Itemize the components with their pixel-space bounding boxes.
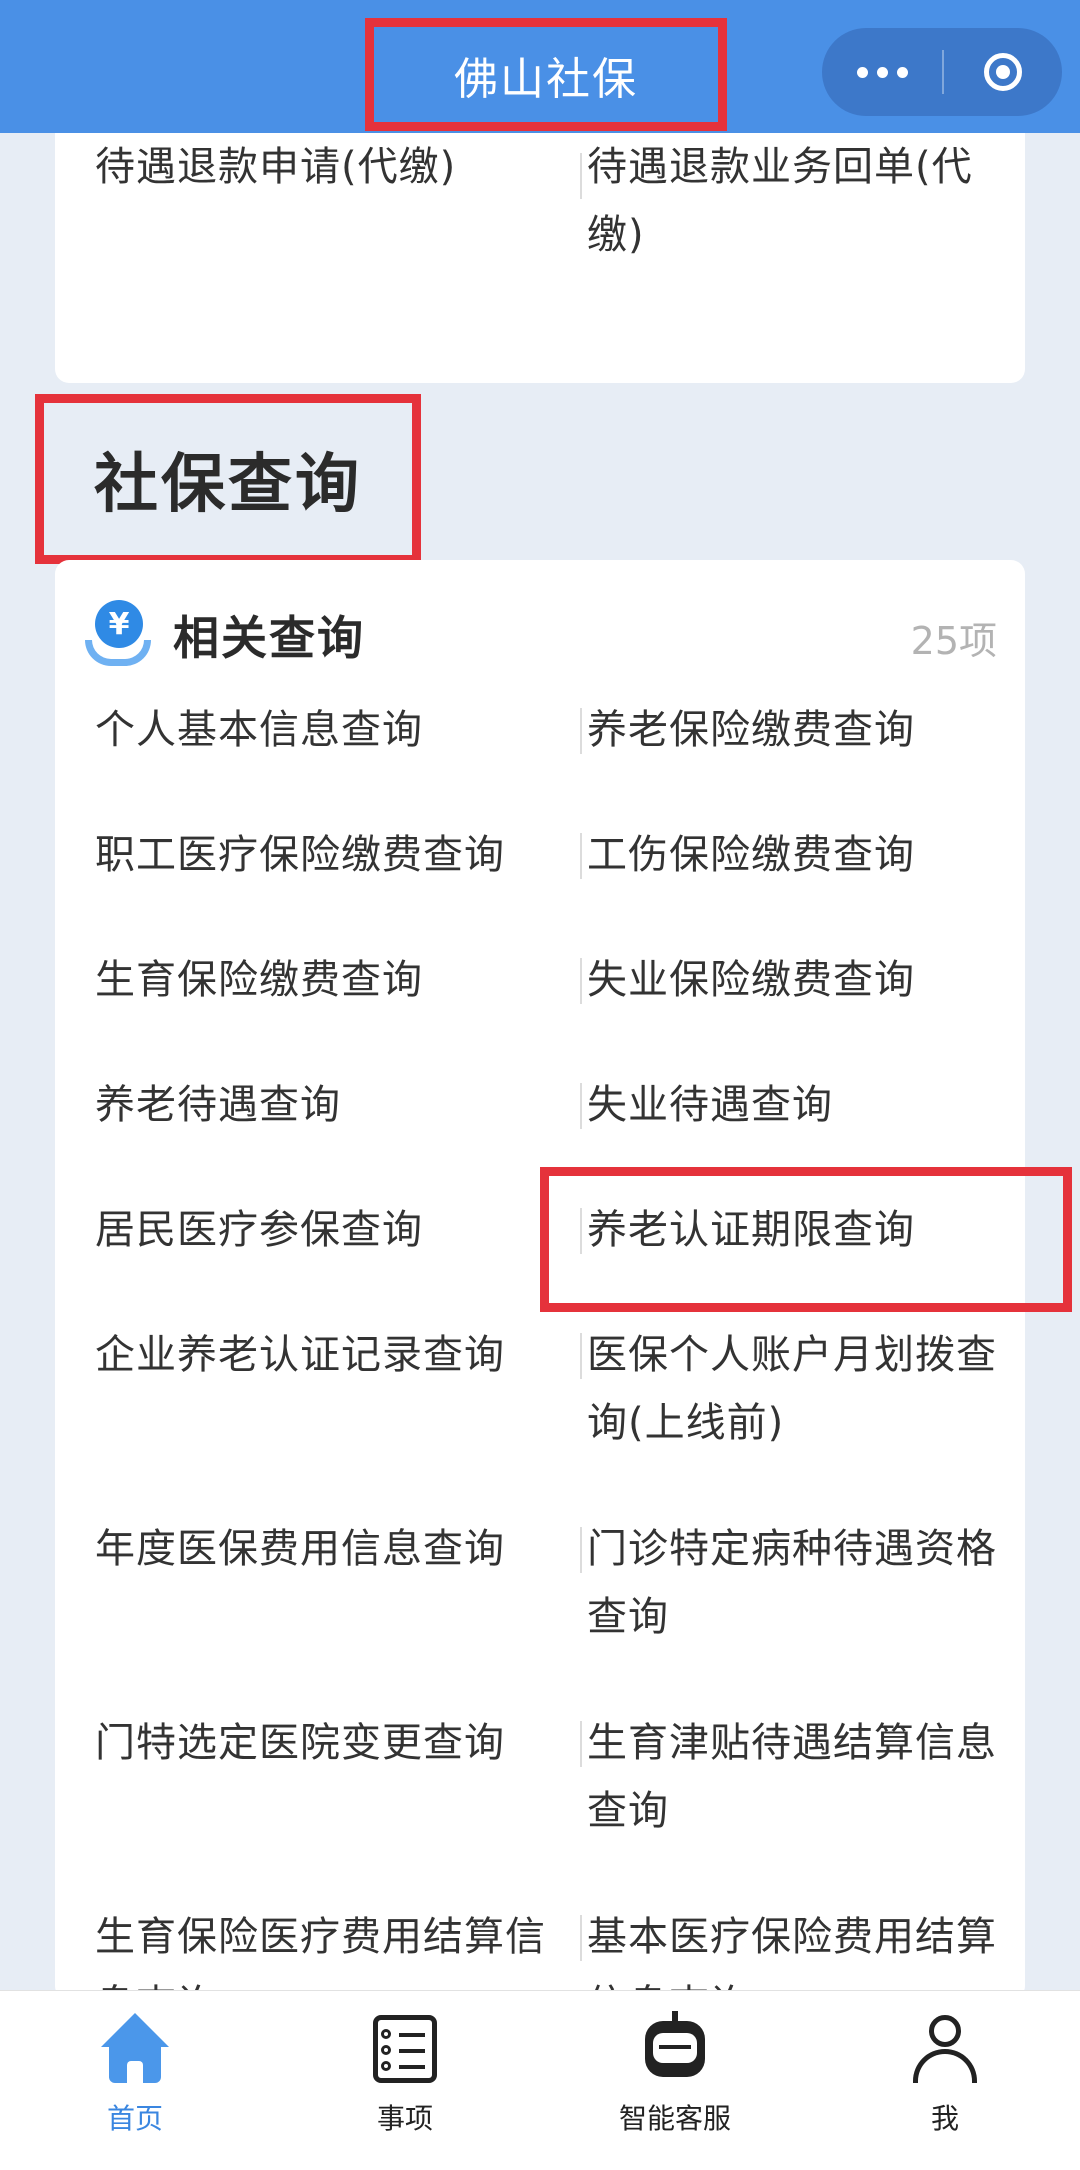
robot-icon xyxy=(637,2011,713,2087)
item-divider xyxy=(580,153,582,199)
user-icon xyxy=(907,2011,983,2087)
tab-label: 首页 xyxy=(106,2102,163,2135)
service-card-top: 待遇退款申请(代缴) 待遇退款业务回单(代缴) xyxy=(55,133,1025,383)
query-item[interactable]: 工伤保险缴费查询 xyxy=(587,821,1007,889)
close-icon[interactable] xyxy=(944,28,1062,116)
item-divider xyxy=(580,958,582,1004)
bottom-tab-bar: 首页 事项 智能客服 我 xyxy=(0,1990,1080,2170)
page-title: 佛山社保 xyxy=(365,18,727,131)
yuan-hand-icon: ¥ xyxy=(85,600,151,670)
query-item[interactable]: 生育保险缴费查询 xyxy=(95,946,575,1014)
query-item[interactable]: 医保个人账户月划拨查询(上线前) xyxy=(587,1321,997,1457)
more-icon[interactable] xyxy=(822,28,942,116)
miniprogram-capsule xyxy=(822,28,1062,116)
top-nav-bar: 佛山社保 xyxy=(0,0,1080,133)
item-count: 25项 xyxy=(910,619,997,663)
item-divider xyxy=(580,1083,582,1129)
item-divider xyxy=(580,1333,582,1379)
query-item[interactable]: 年度医保费用信息查询 xyxy=(95,1515,575,1583)
tab-customer-service[interactable]: 智能客服 xyxy=(575,1991,775,2170)
tab-label: 事项 xyxy=(376,2102,433,2135)
home-icon xyxy=(97,2011,173,2087)
service-item[interactable]: 待遇退款业务回单(代缴) xyxy=(587,133,1007,269)
query-item[interactable]: 门特选定医院变更查询 xyxy=(95,1709,575,1777)
section-title: 社保查询 xyxy=(35,394,421,564)
query-item[interactable]: 养老保险缴费查询 xyxy=(587,696,1007,764)
list-icon xyxy=(367,2011,443,2087)
query-item[interactable]: 居民医疗参保查询 xyxy=(95,1196,575,1264)
highlight-box xyxy=(540,1167,1072,1312)
query-item[interactable]: 职工医疗保险缴费查询 xyxy=(95,821,575,889)
query-item[interactable]: 个人基本信息查询 xyxy=(95,696,575,764)
tab-label: 智能客服 xyxy=(618,2102,731,2135)
item-divider xyxy=(580,708,582,754)
query-item[interactable]: 生育津贴待遇结算信息查询 xyxy=(587,1709,997,1845)
item-divider xyxy=(580,1915,582,1961)
tab-label: 我 xyxy=(930,2102,959,2135)
query-item[interactable]: 企业养老认证记录查询 xyxy=(95,1321,575,1389)
tab-items[interactable]: 事项 xyxy=(305,1991,505,2170)
tab-me[interactable]: 我 xyxy=(845,1991,1045,2170)
tab-home[interactable]: 首页 xyxy=(35,1991,235,2170)
card-title: 相关查询 xyxy=(173,611,365,665)
service-item[interactable]: 待遇退款申请(代缴) xyxy=(95,133,525,201)
item-divider xyxy=(580,1721,582,1767)
item-divider xyxy=(580,833,582,879)
query-item[interactable]: 养老待遇查询 xyxy=(95,1071,575,1139)
query-item[interactable]: 门诊特定病种待遇资格查询 xyxy=(587,1515,997,1651)
query-item[interactable]: 失业保险缴费查询 xyxy=(587,946,1007,1014)
card-header: ¥ 相关查询 xyxy=(85,598,365,672)
query-item[interactable]: 失业待遇查询 xyxy=(587,1071,1007,1139)
item-divider xyxy=(580,1527,582,1573)
